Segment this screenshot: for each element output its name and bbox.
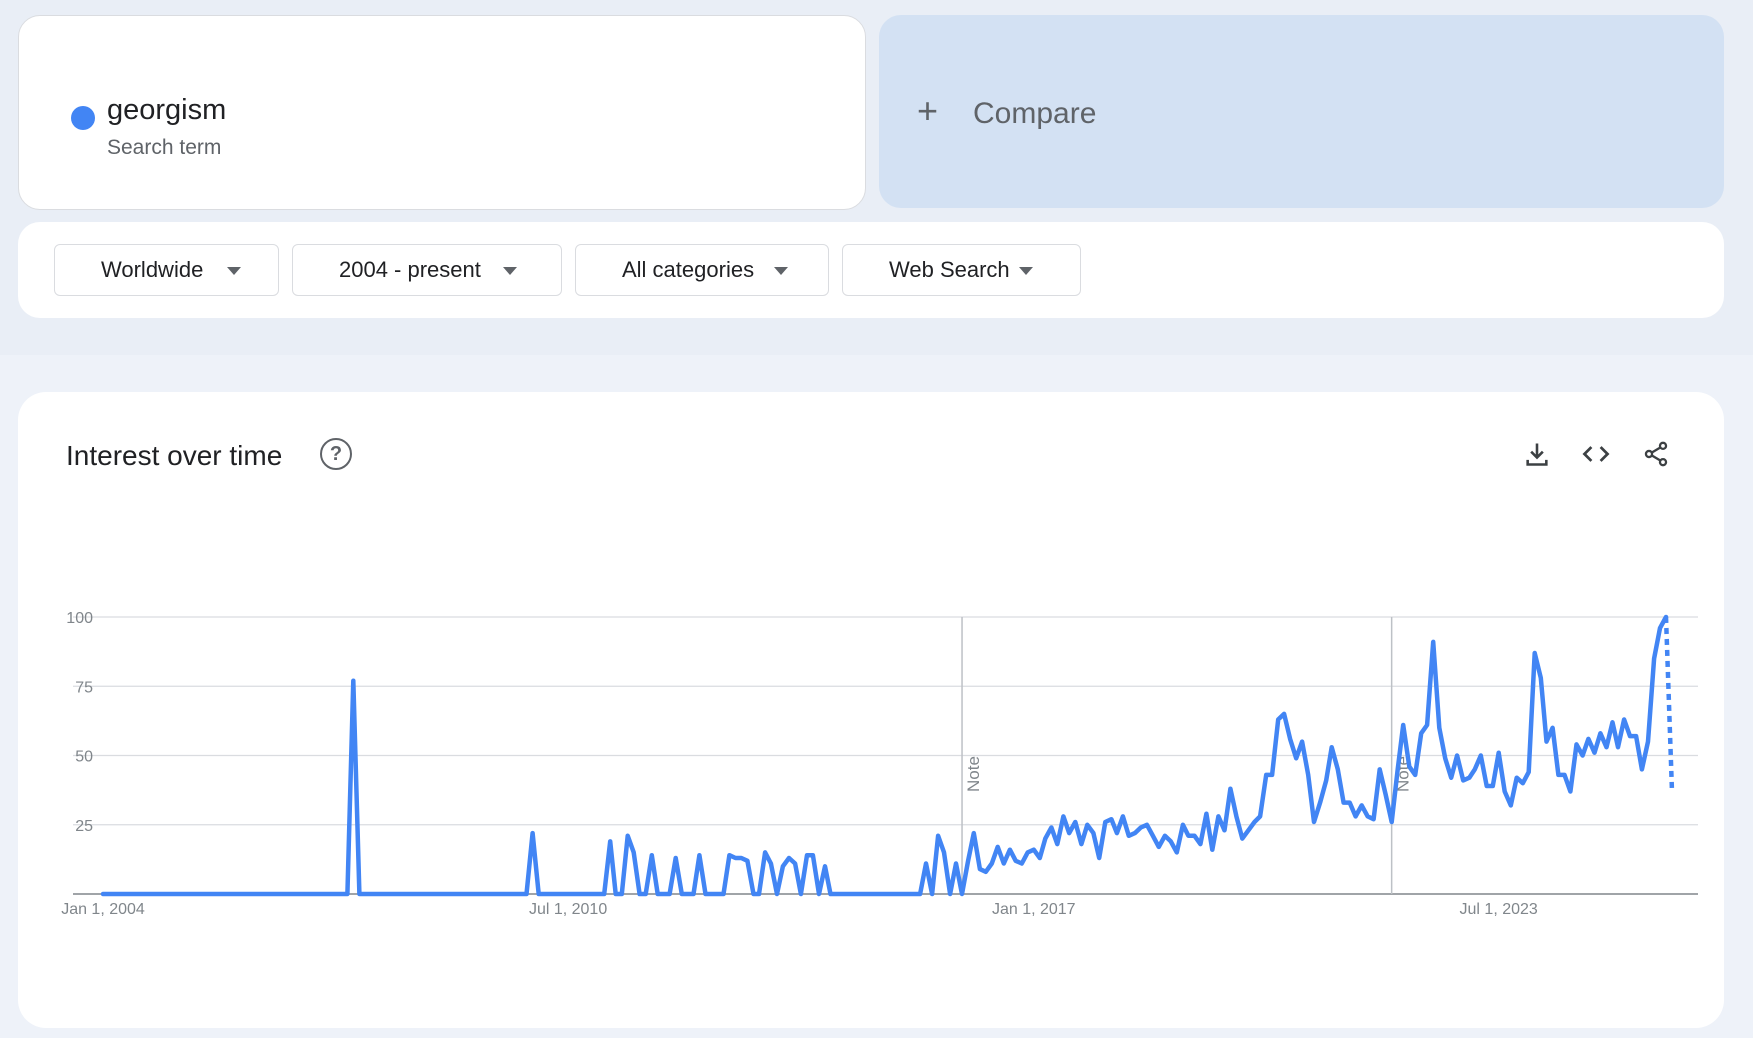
x-tick-label: Jan 1, 2017 bbox=[992, 901, 1076, 918]
search-type-filter-label: Web Search bbox=[889, 257, 1010, 282]
y-tick-label: 75 bbox=[75, 679, 93, 696]
time-range-filter[interactable]: 2004 - present bbox=[292, 244, 562, 296]
y-tick-label: 100 bbox=[66, 610, 93, 627]
compare-button[interactable]: + Compare bbox=[879, 15, 1724, 208]
dropdown-arrow-icon bbox=[1019, 267, 1033, 275]
category-filter[interactable]: All categories bbox=[575, 244, 829, 296]
x-tick-label: Jul 1, 2023 bbox=[1460, 901, 1538, 918]
x-tick-label: Jul 1, 2010 bbox=[529, 901, 607, 918]
category-filter-label: All categories bbox=[622, 257, 755, 282]
interest-over-time-chart: 25 50 75 100 Jan 1, 2004 Jul 1, 2010 Jan 1, 20… bbox=[61, 610, 1698, 918]
search-term-card[interactable]: georgism Search term bbox=[18, 15, 866, 210]
series-line-partial-period bbox=[1663, 616, 1675, 789]
y-tick-label: 50 bbox=[75, 749, 93, 766]
y-tick-label: 25 bbox=[75, 818, 93, 835]
search-type-filter[interactable]: Web Search bbox=[842, 244, 1081, 296]
region-filter[interactable]: Worldwide bbox=[54, 244, 279, 296]
region-filter-label: Worldwide bbox=[101, 257, 204, 282]
time-range-filter-label: 2004 - present bbox=[339, 257, 481, 282]
note-marker-label: Note bbox=[964, 756, 983, 792]
dropdown-arrow-icon bbox=[774, 267, 788, 275]
dropdown-arrow-icon bbox=[227, 267, 241, 275]
search-term-subtitle: Search term bbox=[107, 136, 222, 159]
x-tick-label: Jan 1, 2004 bbox=[61, 901, 145, 918]
search-term-name[interactable]: georgism bbox=[107, 94, 226, 127]
plus-icon: + bbox=[917, 90, 939, 131]
series-color-dot bbox=[71, 106, 95, 130]
filter-bar: Worldwide 2004 - present All categories … bbox=[18, 222, 1724, 318]
dropdown-arrow-icon bbox=[503, 267, 517, 275]
compare-label: Compare bbox=[973, 97, 1097, 130]
interest-over-time-card: Interest over time ? 25 50 75 100 Jan 1, 200… bbox=[18, 392, 1724, 1028]
